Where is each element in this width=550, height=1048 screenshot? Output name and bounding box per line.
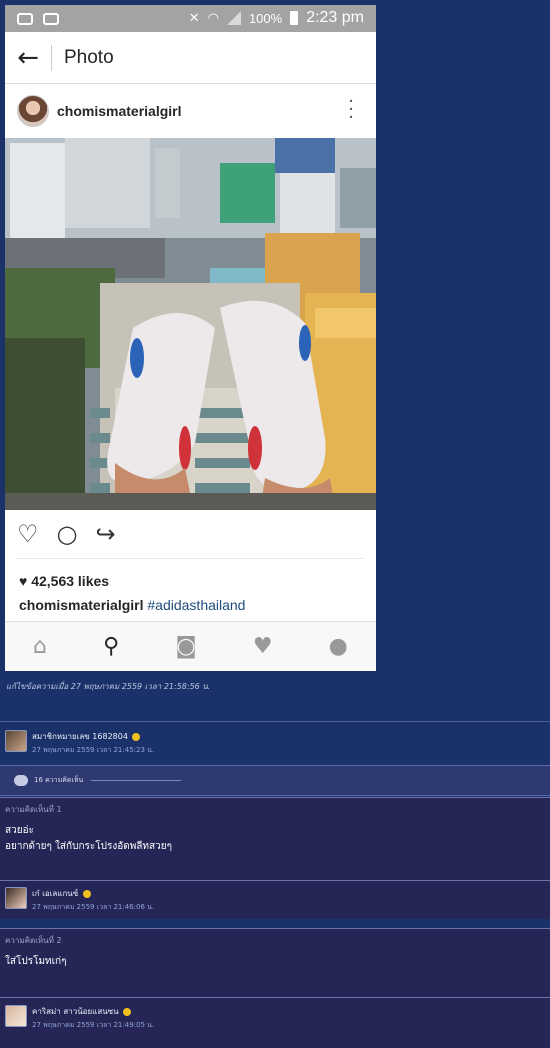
divider <box>51 44 52 71</box>
emoji-icon <box>82 889 91 898</box>
author-name-row: เก๋ เอเลแกนซ์ <box>32 887 154 900</box>
post-actions: ♡ ○ ↪ <box>5 510 376 558</box>
comment-text-line: สวยอ่ะ <box>5 825 34 836</box>
post-header: chomismaterialgirl · · · <box>5 84 376 138</box>
comment-count-bar: 16 ความคิดเห็น <box>0 765 550 796</box>
bottom-nav: ⌂ ⚲ ◙ ♥ ● <box>5 621 376 671</box>
divider <box>91 780 182 781</box>
poster-name[interactable]: สมาชิกหมายเลข 1682804 <box>32 732 128 741</box>
caption: chomismaterialgirl #adidasthailand <box>5 589 376 613</box>
profile-icon[interactable]: ● <box>329 634 348 659</box>
comment-count: 16 ความคิดเห็น <box>34 776 84 784</box>
poster-info: สมาชิกหมายเลข 1682804 27 พฤษภาคม 2559 เว… <box>5 730 154 756</box>
emoji-icon <box>123 1007 132 1016</box>
author-name-row: คาริสม่า สาวน้อยแสนซน <box>32 1005 154 1018</box>
post-photo[interactable] <box>5 138 376 510</box>
clock: 2:23 pm <box>306 9 364 26</box>
share-icon[interactable]: ↪ <box>95 520 115 548</box>
likes-text: 42,563 likes <box>31 573 110 589</box>
comment-text-line: อยากด้ายๆ ใส่กับกระโปรงอัดพลีทสวยๆ <box>5 841 172 852</box>
divider <box>0 880 550 881</box>
edit-note: แก้ไขข้อความเมื่อ 27 พฤษภาคม 2559 เวลา 2… <box>6 682 211 691</box>
line-app-icon <box>17 12 33 25</box>
mute-icon: ✕ <box>188 10 200 26</box>
comment-icon[interactable]: ○ <box>57 520 78 548</box>
heart-icon[interactable]: ♡ <box>17 520 39 548</box>
comment-author: คาริสม่า สาวน้อยแสนซน 27 พฤษภาคม 2559 เว… <box>5 1005 154 1031</box>
avatar[interactable] <box>17 95 49 127</box>
more-vertical-icon[interactable]: · · · <box>348 93 354 127</box>
comment-text-line: ใส่โปรโมทเก่ๆ <box>5 956 67 967</box>
likes-count[interactable]: ♥ 42,563 likes <box>5 573 376 589</box>
app-bar: ← Photo <box>5 32 376 84</box>
comment-date: 27 พฤษภาคม 2559 เวลา 21:49:05 น. <box>32 1021 155 1029</box>
speech-bubble-icon <box>14 775 28 786</box>
status-bar: ✕ ◠ 100% 2:23 pm <box>5 5 376 32</box>
instagram-screenshot: ✕ ◠ 100% 2:23 pm ← Photo chomismaterialg… <box>5 5 376 671</box>
heart-filled-icon: ♥ <box>19 573 28 589</box>
comment-card: ความคิดเห็นที่ 1 สวยอ่ะ อยากด้ายๆ ใส่กับ… <box>0 797 550 919</box>
camera-icon[interactable]: ◙ <box>175 634 196 659</box>
poster-name-row: สมาชิกหมายเลข 1682804 <box>32 730 154 743</box>
search-icon[interactable]: ⚲ <box>103 634 119 659</box>
arrow-left-icon[interactable]: ← <box>5 43 51 73</box>
avatar[interactable] <box>5 1005 27 1027</box>
author-name[interactable]: เก๋ เอเลแกนซ์ <box>32 889 78 898</box>
home-icon[interactable]: ⌂ <box>33 634 47 659</box>
heart-icon[interactable]: ♥ <box>253 634 273 659</box>
comment-card: ความคิดเห็นที่ 2 ใส่โปรโมทเก่ๆ คาริสม่า … <box>0 928 550 1048</box>
battery-percent: 100% <box>248 10 283 26</box>
avatar[interactable] <box>5 887 27 909</box>
post-username[interactable]: chomismaterialgirl <box>57 103 182 119</box>
caption-username[interactable]: chomismaterialgirl <box>19 597 144 613</box>
divider <box>0 721 550 722</box>
emoji-icon <box>132 732 141 741</box>
comment-author: เก๋ เอเลแกนซ์ 27 พฤษภาคม 2559 เวลา 21:46… <box>5 887 154 913</box>
author-name[interactable]: คาริสม่า สาวน้อยแสนซน <box>32 1007 119 1016</box>
divider <box>0 997 550 998</box>
comment-number: ความคิดเห็นที่ 2 <box>5 936 62 945</box>
avatar[interactable] <box>5 730 27 752</box>
wifi-icon: ◠ <box>207 10 219 26</box>
voicemail-icon <box>43 12 59 25</box>
battery-icon <box>290 11 299 25</box>
comment-number: ความคิดเห็นที่ 1 <box>5 805 62 814</box>
page-title: Photo <box>64 46 114 68</box>
poster-date: 27 พฤษภาคม 2559 เวลา 21:45:23 น. <box>32 746 155 754</box>
signal-icon <box>226 11 241 25</box>
comment-date: 27 พฤษภาคม 2559 เวลา 21:46:06 น. <box>32 903 155 911</box>
divider <box>17 558 364 559</box>
hashtag-link[interactable]: #adidasthailand <box>147 597 245 613</box>
